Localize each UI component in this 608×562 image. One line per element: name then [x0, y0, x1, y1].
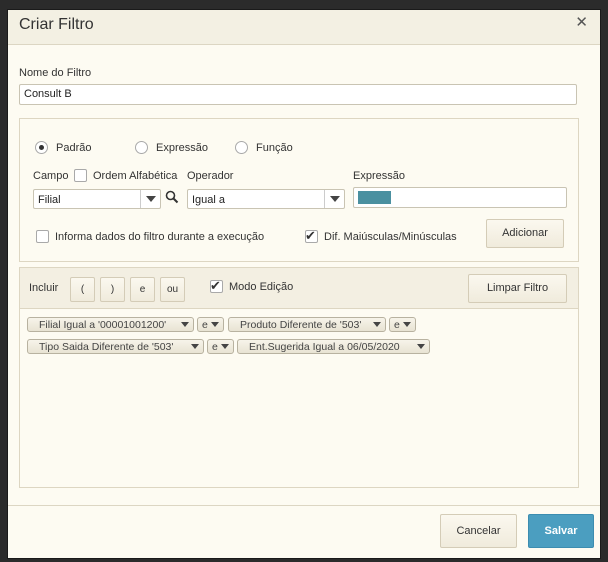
campo-select-value: Filial: [38, 194, 61, 206]
filter-toolbar: Incluir ( ) e ou ✔ Modo Edição Limpar Fi…: [20, 268, 578, 309]
chevron-down-icon: [140, 190, 160, 208]
and-button[interactable]: e: [130, 277, 155, 302]
dialog-titlebar: Criar Filtro ✕: [8, 10, 600, 45]
operator-chip[interactable]: e: [197, 317, 224, 332]
filter-expression-panel: Incluir ( ) e ou ✔ Modo Edição Limpar Fi…: [19, 267, 579, 488]
filter-name-input[interactable]: Consult B: [19, 84, 577, 105]
check-icon: ✔: [210, 278, 221, 293]
dialog-footer: Cancelar Salvar: [8, 505, 600, 558]
filter-chip[interactable]: Ent.Sugerida Igual a 06/05/2020: [237, 339, 430, 354]
chevron-down-icon: [211, 322, 219, 327]
radio-padrao[interactable]: [35, 141, 48, 154]
check-icon: ✔: [305, 228, 316, 243]
limpar-filtro-button[interactable]: Limpar Filtro: [468, 274, 567, 303]
chevron-down-icon: [324, 190, 344, 208]
chevron-down-icon: [191, 344, 199, 349]
filter-chip[interactable]: Produto Diferente de '503': [228, 317, 386, 332]
filter-chip[interactable]: Tipo Saida Diferente de '503': [27, 339, 204, 354]
radio-funcao[interactable]: [235, 141, 248, 154]
open-paren-button[interactable]: (: [70, 277, 95, 302]
campo-label: Campo: [33, 170, 69, 182]
radio-expressao-label: Expressão: [156, 142, 208, 154]
or-button[interactable]: ou: [160, 277, 185, 302]
operador-select[interactable]: Igual a: [187, 189, 345, 209]
chevron-down-icon: [221, 344, 229, 349]
close-icon[interactable]: ✕: [575, 13, 588, 31]
expressao-input[interactable]: [353, 187, 567, 208]
operator-chip[interactable]: e: [207, 339, 234, 354]
chevron-down-icon: [373, 322, 381, 327]
dialog-title: Criar Filtro: [19, 16, 94, 33]
search-icon[interactable]: [165, 190, 179, 204]
criar-filtro-dialog: Criar Filtro ✕ Nome do Filtro Consult B …: [7, 9, 601, 559]
informa-dados-checkbox[interactable]: [36, 230, 49, 243]
close-paren-button[interactable]: ): [100, 277, 125, 302]
chevron-down-icon: [417, 344, 425, 349]
chevron-down-icon: [403, 322, 411, 327]
adicionar-button[interactable]: Adicionar: [486, 219, 564, 248]
ordem-alfabetica-label: Ordem Alfabética: [93, 170, 178, 182]
filter-name-label: Nome do Filtro: [19, 67, 92, 79]
operator-chip[interactable]: e: [389, 317, 416, 332]
cancel-button[interactable]: Cancelar: [440, 514, 517, 548]
expressao-label: Expressão: [353, 170, 405, 182]
chevron-down-icon: [181, 322, 189, 327]
dif-maiusculas-label: Dif. Maiúsculas/Minúsculas: [324, 231, 457, 243]
operador-label: Operador: [187, 170, 234, 182]
radio-expressao[interactable]: [135, 141, 148, 154]
modo-edicao-label: Modo Edição: [229, 281, 294, 293]
save-button[interactable]: Salvar: [528, 514, 594, 548]
radio-padrao-label: Padrão: [56, 142, 92, 154]
radio-funcao-label: Função: [256, 142, 293, 154]
informa-dados-label: Informa dados do filtro durante a execuç…: [55, 231, 265, 243]
filter-chip[interactable]: Filial Igual a '00001001200': [27, 317, 194, 332]
filter-definition-panel: Padrão Expressão Função Campo Ordem Alfa…: [19, 118, 579, 262]
incluir-label: Incluir: [29, 282, 59, 294]
ordem-alfabetica-checkbox[interactable]: [74, 169, 87, 182]
expressao-color-swatch: [358, 191, 391, 204]
campo-select[interactable]: Filial: [33, 189, 161, 209]
operador-select-value: Igual a: [192, 194, 226, 206]
